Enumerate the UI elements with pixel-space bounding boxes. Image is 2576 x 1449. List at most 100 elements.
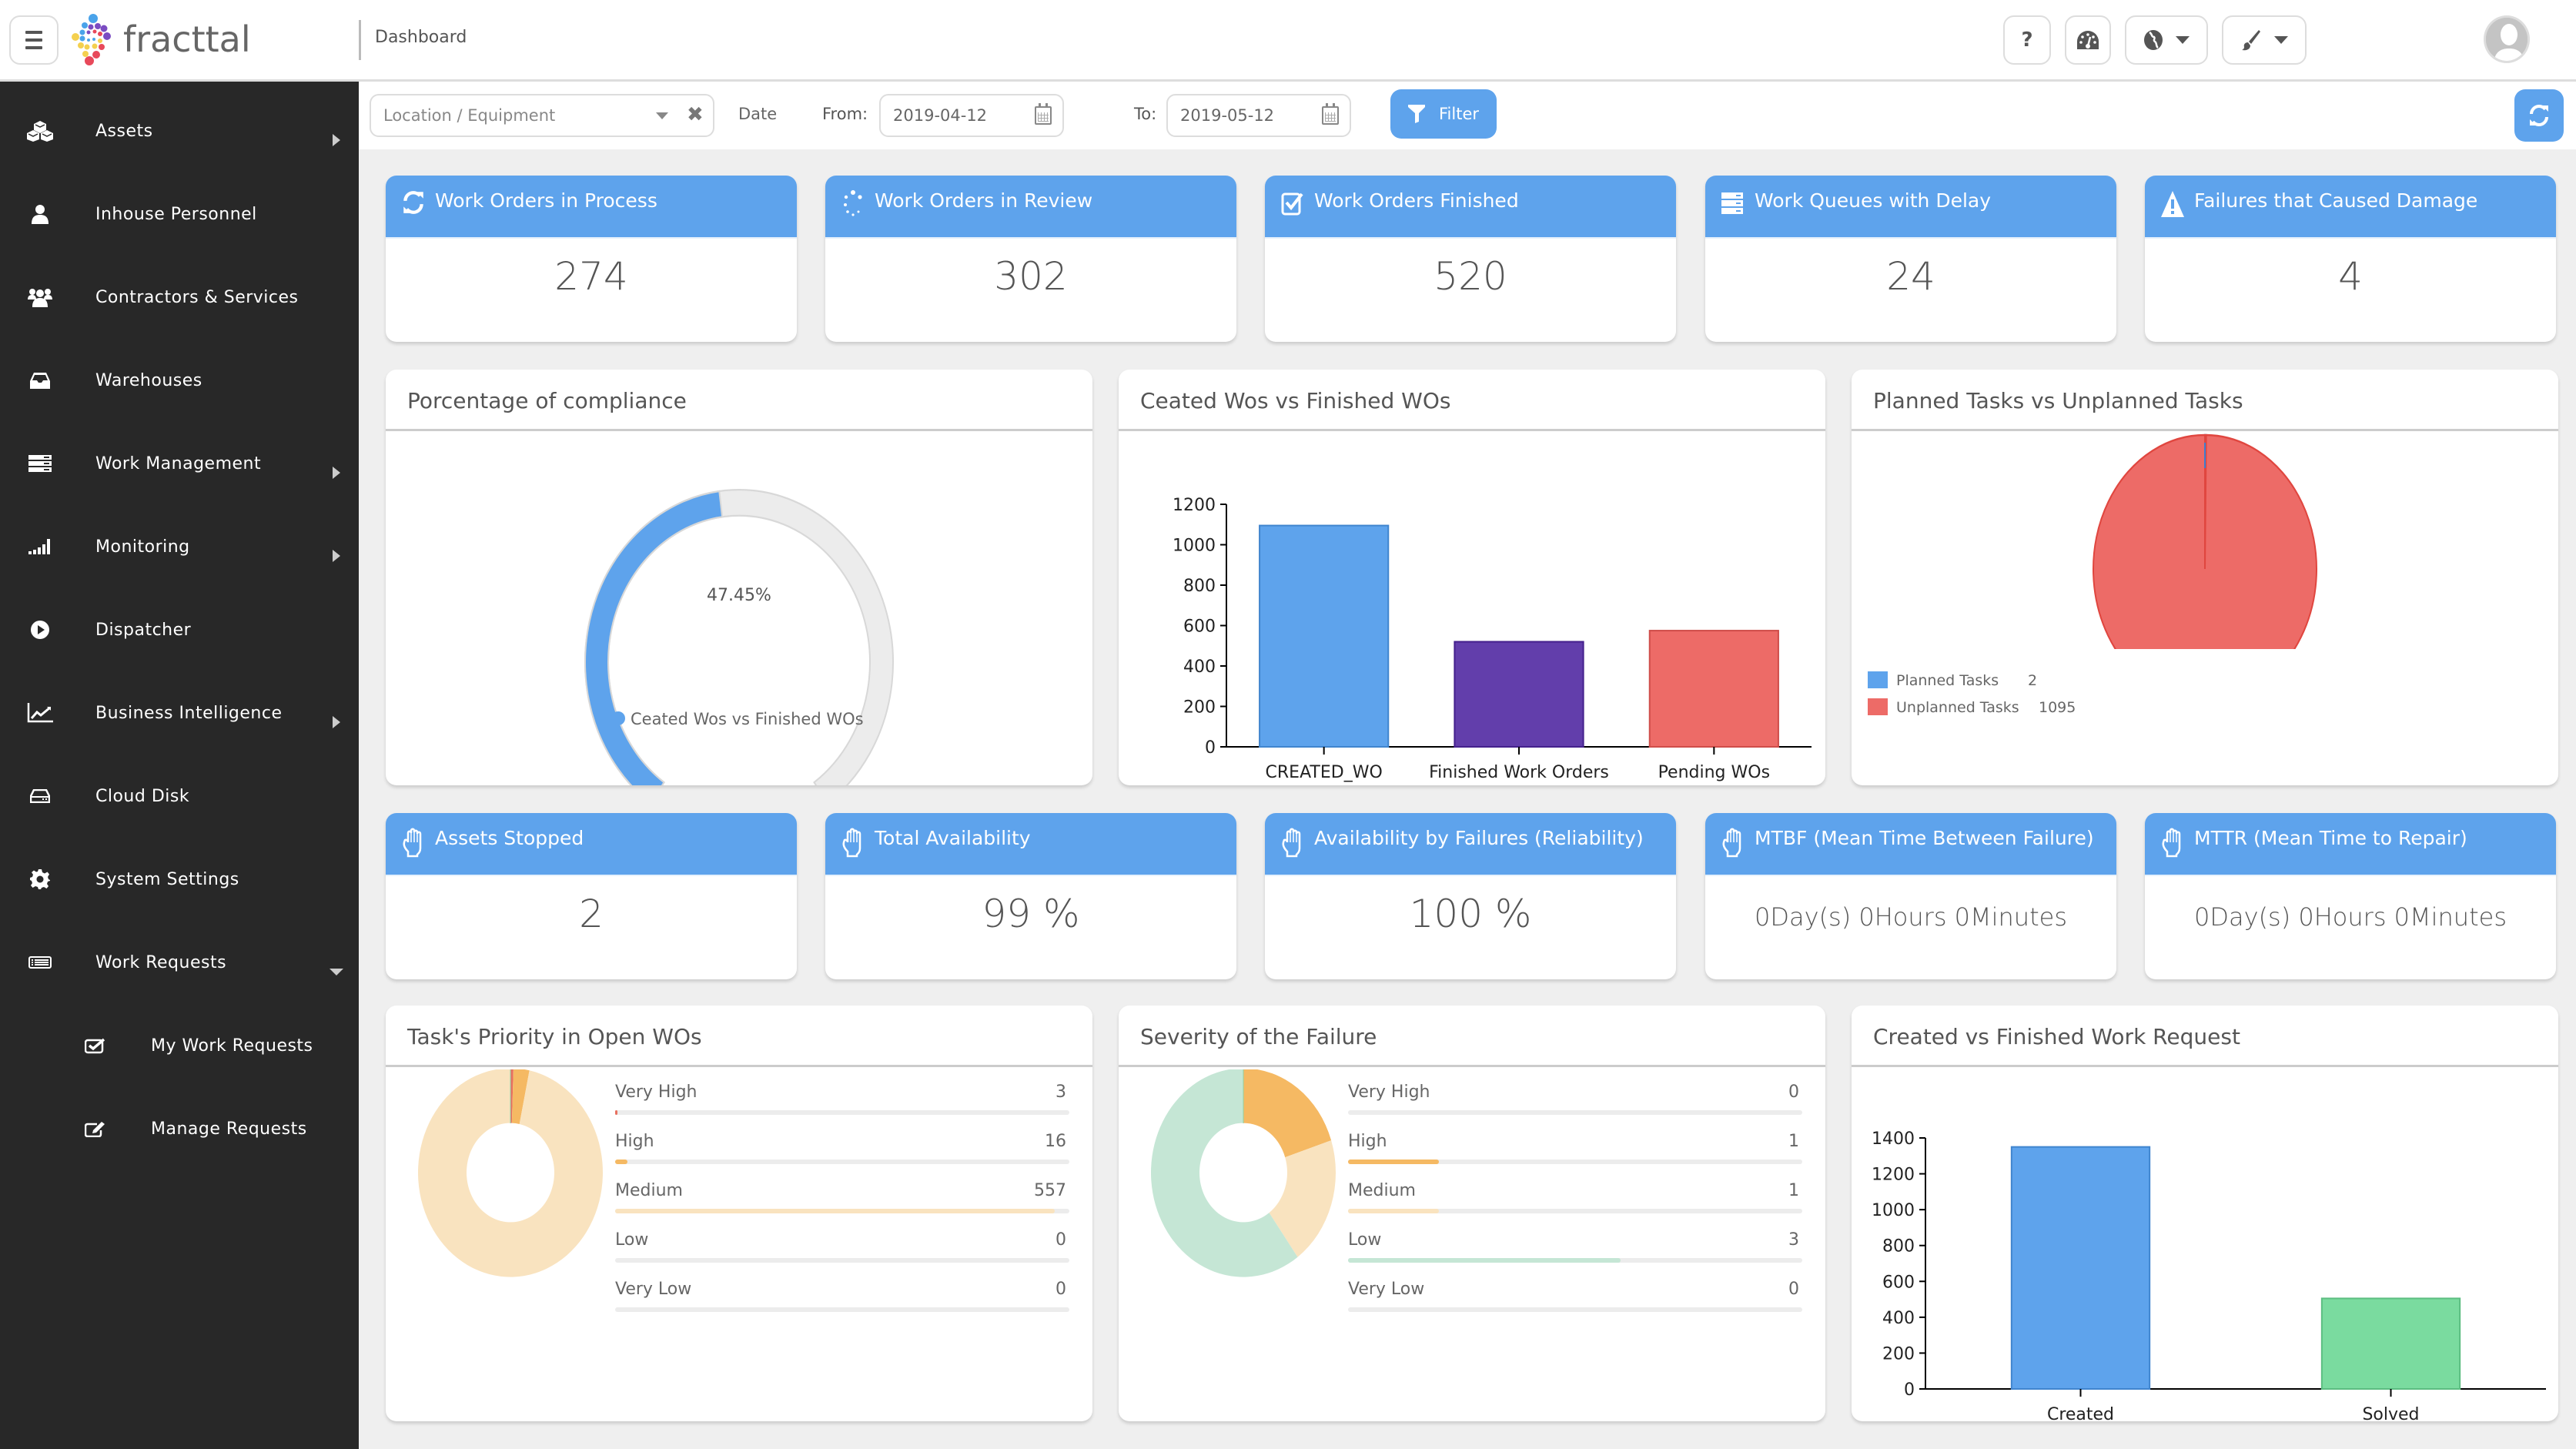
line-chart-icon xyxy=(25,699,55,727)
panel-title: Ceated Wos vs Finished WOs xyxy=(1119,370,1825,431)
y-tick-label: 600 xyxy=(1183,617,1216,637)
warning-icon xyxy=(2160,189,2185,220)
legend-label: Ceated Wos vs Finished WOs xyxy=(631,710,864,728)
sidebar-item-dispatcher[interactable]: Dispatcher xyxy=(0,599,359,661)
created-vs-finished-requests-panel: Created vs Finished Work Request 0 200 400… xyxy=(1852,1006,2558,1421)
gauge-track xyxy=(584,489,894,785)
bar[interactable] xyxy=(1454,641,1584,748)
dashboard-button[interactable] xyxy=(2065,15,2111,65)
server-icon xyxy=(1721,189,1745,220)
priority-label: Very Low xyxy=(615,1280,692,1299)
stat-card[interactable]: Availability by Failures (Reliability) 10… xyxy=(1265,813,1676,979)
chevron-down-icon xyxy=(330,969,343,975)
breadcrumb-divider xyxy=(359,20,361,60)
clear-icon[interactable]: ✖ xyxy=(687,103,704,126)
from-date-field[interactable] xyxy=(879,94,1064,137)
from-date-input[interactable] xyxy=(893,95,1024,136)
legend-marker xyxy=(1868,671,1888,688)
to-date-field[interactable] xyxy=(1166,94,1351,137)
sidebar-item-work-requests[interactable]: Work Requests xyxy=(0,932,359,993)
question-icon: ? xyxy=(2021,28,2033,52)
y-tick-label: 800 xyxy=(1882,1237,1915,1257)
priority-progress-track xyxy=(615,1160,1069,1164)
to-date-input[interactable] xyxy=(1180,95,1311,136)
donut-slice[interactable] xyxy=(1243,1069,1332,1158)
sidebar-item-assets[interactable]: Assets xyxy=(0,100,359,162)
stat-card-header: Assets Stopped xyxy=(386,813,797,876)
legend-marker xyxy=(1868,698,1888,715)
sidebar-item-monitoring[interactable]: Monitoring xyxy=(0,516,359,577)
user-avatar[interactable] xyxy=(2484,15,2530,63)
priority-label: Low xyxy=(615,1230,649,1250)
help-button[interactable]: ? xyxy=(2003,15,2051,65)
y-tick-label: 400 xyxy=(1882,1309,1915,1328)
stat-card[interactable]: Total Availability 99 % xyxy=(825,813,1236,979)
stat-card[interactable]: MTBF (Mean Time Between Failure) 0Day(s) … xyxy=(1705,813,2116,979)
sidebar-item-warehouses[interactable]: Warehouses xyxy=(0,350,359,411)
x-tick-label: Created xyxy=(2047,1405,2114,1421)
stat-card[interactable]: Work Orders Finished 520 xyxy=(1265,176,1676,342)
spinner-icon xyxy=(841,189,865,220)
globe-icon xyxy=(2144,30,2163,50)
sidebar-item-work-management[interactable]: Work Management xyxy=(0,433,359,494)
bar[interactable] xyxy=(2320,1297,2461,1390)
stat-card-header: Failures that Caused Damage xyxy=(2145,176,2556,239)
theme-dropdown[interactable] xyxy=(2222,15,2307,65)
compliance-panel: Porcentage of compliance 47.45% Ceated Wo… xyxy=(386,370,1092,785)
stat-card-title: Work Queues with Delay xyxy=(1755,189,1992,212)
stat-card-title: Total Availability xyxy=(875,827,1031,849)
hand-stop-icon xyxy=(1721,827,1745,858)
legend-value: 1095 xyxy=(2039,699,2076,716)
chevron-down-icon xyxy=(2274,36,2288,44)
bar[interactable] xyxy=(1259,524,1390,748)
stat-card-title: Availability by Failures (Reliability) xyxy=(1314,827,1644,849)
cubes-icon xyxy=(25,117,55,145)
sidebar-item-label: Business Intelligence xyxy=(95,703,283,723)
calendar-icon[interactable] xyxy=(1322,103,1339,125)
stat-card[interactable]: Work Orders in Process 274 xyxy=(386,176,797,342)
created-vs-finished-wos-panel: Ceated Wos vs Finished WOs 0 200 400 600 800… xyxy=(1119,370,1825,785)
stat-card[interactable]: MTTR (Mean Time to Repair) 0Day(s) 0Hours… xyxy=(2145,813,2556,979)
sidebar-item-cloud-disk[interactable]: Cloud Disk xyxy=(0,765,359,827)
calendar-icon[interactable] xyxy=(1035,103,1052,125)
sidebar-item-inhouse-personnel[interactable]: Inhouse Personnel xyxy=(0,183,359,245)
stat-card[interactable]: Work Queues with Delay 24 xyxy=(1705,176,2116,342)
stat-card-title: MTTR (Mean Time to Repair) xyxy=(2194,827,2467,849)
failure-severity-list: Very High 0 High 1 Medium 1 Low 3 Very Low 0 xyxy=(1348,1083,1810,1329)
logo[interactable]: fracttal xyxy=(71,12,251,66)
failure-severity-donut-chart xyxy=(1151,1069,1336,1277)
menu-toggle-button[interactable] xyxy=(9,15,59,65)
priority-row: Very High 0 xyxy=(1348,1083,1810,1132)
filter-icon xyxy=(1407,105,1425,123)
sidebar-item-system-settings[interactable]: System Settings xyxy=(0,848,359,910)
sidebar-item-label: System Settings xyxy=(95,869,239,889)
sidebar-item-label: Work Management xyxy=(95,453,262,474)
stat-card-title: Assets Stopped xyxy=(435,827,584,849)
chevron-down-icon xyxy=(656,112,668,119)
stat-card[interactable]: Failures that Caused Damage 4 xyxy=(2145,176,2556,342)
refresh-button[interactable] xyxy=(2514,89,2564,142)
bar[interactable] xyxy=(1648,630,1779,748)
priority-count: 0 xyxy=(1788,1280,1799,1299)
stat-card[interactable]: Work Orders in Review 302 xyxy=(825,176,1236,342)
priority-count: 1 xyxy=(1788,1181,1799,1200)
priority-progress-track xyxy=(615,1258,1069,1263)
chevron-right-icon xyxy=(333,467,340,479)
sidebar-item-contractors[interactable]: Contractors & Services xyxy=(0,266,359,328)
stat-card-value: 302 xyxy=(994,254,1068,299)
bar[interactable] xyxy=(2010,1146,2151,1390)
pie-slice[interactable] xyxy=(2093,433,2317,703)
stat-card[interactable]: Assets Stopped 2 xyxy=(386,813,797,979)
sidebar-subitem-my-work-requests[interactable]: My Work Requests xyxy=(0,1015,359,1076)
stat-card-header: Availability by Failures (Reliability) xyxy=(1265,813,1676,876)
priority-progress-fill xyxy=(1348,1160,1439,1164)
sidebar-item-business-intelligence[interactable]: Business Intelligence xyxy=(0,682,359,744)
sidebar-subitem-manage-requests[interactable]: Manage Requests xyxy=(0,1098,359,1160)
location-placeholder: Location / Equipment xyxy=(383,106,556,125)
language-dropdown[interactable] xyxy=(2125,15,2208,65)
stat-card-title: Work Orders in Review xyxy=(875,189,1093,212)
filter-button[interactable]: Filter xyxy=(1390,89,1497,139)
priority-progress-fill xyxy=(1348,1209,1439,1213)
gauge-value-label: 47.45% xyxy=(707,586,771,605)
location-equipment-select[interactable]: Location / Equipment ✖ xyxy=(370,94,714,137)
